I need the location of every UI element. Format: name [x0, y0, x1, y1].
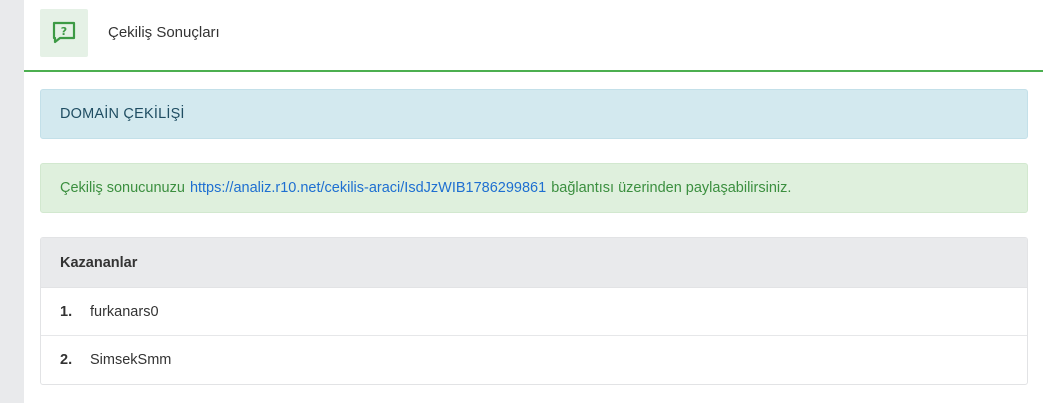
winners-card-header: Kazananlar [41, 238, 1027, 288]
share-link[interactable]: https://analiz.r10.net/cekilis-araci/Isd… [190, 180, 546, 196]
success-alert: Çekiliş sonucunuzu https://analiz.r10.ne… [40, 163, 1028, 213]
winner-rank: 2. [60, 352, 73, 368]
winner-rank: 1. [60, 303, 73, 320]
info-alert-text: DOMAİN ÇEKİLİŞİ [60, 106, 185, 122]
header-icon-box: ? [40, 9, 88, 57]
left-rail [0, 0, 24, 403]
winners-card: Kazananlar 1. furkanars0 2. SimsekSmm [40, 237, 1028, 385]
question-chat-icon: ? [52, 21, 76, 44]
winner-row: 1. furkanars0 [41, 288, 1027, 336]
winner-name: SimsekSmm [90, 352, 172, 368]
winner-name: furkanars0 [90, 303, 159, 320]
success-alert-suffix: bağlantısı üzerinden paylaşabilirsiniz. [551, 180, 792, 196]
page-header: ? Çekiliş Sonuçları [24, 0, 1043, 72]
info-alert: DOMAİN ÇEKİLİŞİ [40, 89, 1028, 139]
success-alert-prefix: Çekiliş sonucunuzu [60, 180, 185, 196]
page-title: Çekiliş Sonuçları [108, 24, 220, 41]
svg-text:?: ? [61, 25, 67, 38]
winner-row: 2. SimsekSmm [41, 336, 1027, 384]
